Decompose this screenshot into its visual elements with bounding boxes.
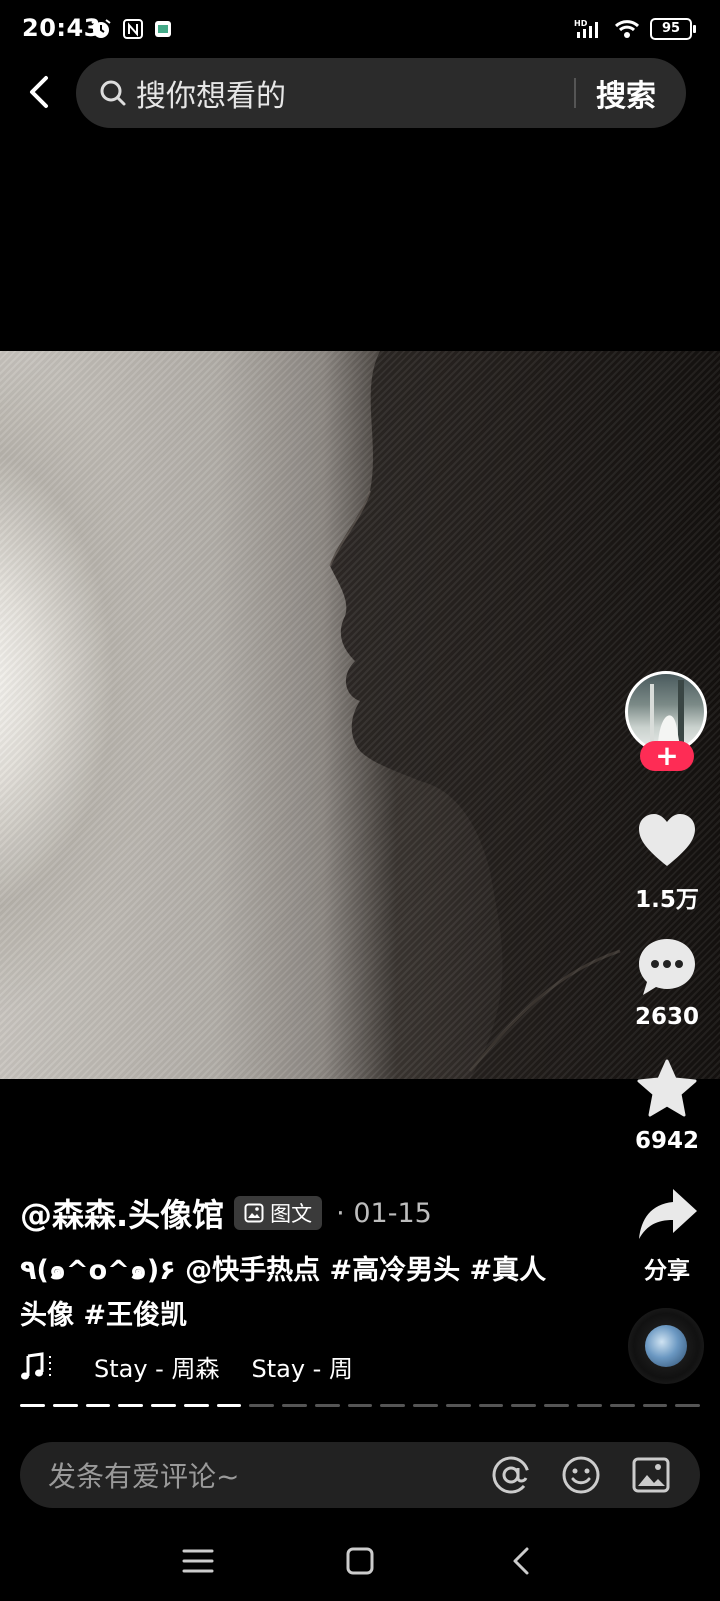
music-track-2: Stay - 周 <box>251 1355 353 1383</box>
search-button[interactable]: 搜索 <box>596 71 656 115</box>
status-icons-left <box>90 18 172 40</box>
progress-segment <box>216 1404 242 1407</box>
author-row: @森森.头像馆 图文 · 01-15 <box>20 1190 432 1236</box>
progress-segment <box>282 1404 307 1407</box>
alarm-icon <box>91 19 111 38</box>
svg-text:HD: HD <box>574 19 588 28</box>
search-input[interactable]: 搜你想看的 <box>136 71 574 115</box>
share-label[interactable]: 分享 <box>610 1251 720 1285</box>
progress-segment <box>380 1404 406 1407</box>
music-note-icon <box>21 1351 51 1379</box>
search-divider <box>574 78 576 108</box>
post-type-badge: 图文 <box>234 1196 323 1230</box>
photo-texture <box>0 351 720 1079</box>
wifi-icon <box>614 20 640 38</box>
music-disc[interactable] <box>628 1308 704 1384</box>
progress-segment <box>609 1404 635 1407</box>
battery-icon: 95 <box>650 18 696 40</box>
status-icons-right: HD 95 <box>574 18 696 40</box>
progress-segment <box>118 1404 144 1407</box>
nfc-icon <box>123 19 143 39</box>
post-image[interactable] <box>0 351 720 1079</box>
date-value: 01-15 <box>353 1197 432 1229</box>
image-picker-icon[interactable] <box>630 1454 672 1496</box>
comment-bar[interactable]: 发条有爱评论~ <box>20 1442 700 1508</box>
date-separator: · <box>336 1197 345 1229</box>
carousel-progress <box>20 1404 701 1408</box>
music-cover <box>645 1325 687 1367</box>
progress-segment <box>151 1404 176 1407</box>
favorite-star-icon[interactable] <box>635 1057 699 1121</box>
search-bar[interactable]: 搜你想看的 搜索 <box>76 58 686 128</box>
progress-segment <box>413 1404 438 1407</box>
music-track-1: Stay - 周森 <box>94 1355 220 1383</box>
share-arrow-icon[interactable] <box>635 1183 699 1247</box>
emoji-icon[interactable] <box>560 1454 602 1496</box>
search-icon <box>100 80 126 106</box>
nav-home-icon[interactable] <box>340 1541 380 1581</box>
author-name[interactable]: @森森.头像馆 <box>20 1190 224 1236</box>
progress-segment <box>478 1404 504 1407</box>
progress-segment <box>85 1404 111 1407</box>
progress-segment <box>511 1404 537 1407</box>
progress-segment <box>20 1404 45 1407</box>
progress-segment <box>675 1404 701 1407</box>
nav-menu-icon[interactable] <box>178 1541 218 1581</box>
progress-segment <box>52 1404 78 1407</box>
progress-segment <box>544 1404 570 1407</box>
post-type-label: 图文 <box>270 1202 313 1226</box>
progress-segment <box>577 1404 602 1407</box>
comment-input[interactable]: 发条有爱评论~ <box>48 1455 490 1495</box>
mention-at-icon[interactable] <box>490 1454 532 1496</box>
follow-button[interactable]: + <box>640 741 694 771</box>
progress-segment <box>314 1404 340 1407</box>
favorite-count: 6942 <box>634 1128 699 1154</box>
post-date: · 01-15 <box>336 1198 432 1229</box>
back-arrow-icon[interactable] <box>20 72 60 112</box>
comment-count: 2630 <box>634 1004 699 1030</box>
progress-segment <box>183 1404 209 1407</box>
like-heart-icon[interactable] <box>635 810 699 874</box>
progress-segment <box>445 1404 471 1407</box>
progress-segment <box>347 1404 373 1407</box>
progress-segment <box>642 1404 668 1407</box>
notification-app-icon <box>155 21 171 37</box>
signal-icon: HD <box>574 19 598 38</box>
comment-bubble-icon[interactable] <box>635 935 699 999</box>
nav-back-icon[interactable] <box>502 1541 542 1581</box>
progress-segment <box>249 1404 275 1407</box>
image-icon <box>244 1203 264 1223</box>
like-count: 1.5万 <box>635 887 699 913</box>
post-caption[interactable]: ٩(๑^o^๑)۶ @快手热点 #高冷男头 #真人头像 #王俊凯 <box>20 1248 560 1338</box>
music-row[interactable]: Stay - 周森 Stay - 周 <box>20 1349 385 1384</box>
